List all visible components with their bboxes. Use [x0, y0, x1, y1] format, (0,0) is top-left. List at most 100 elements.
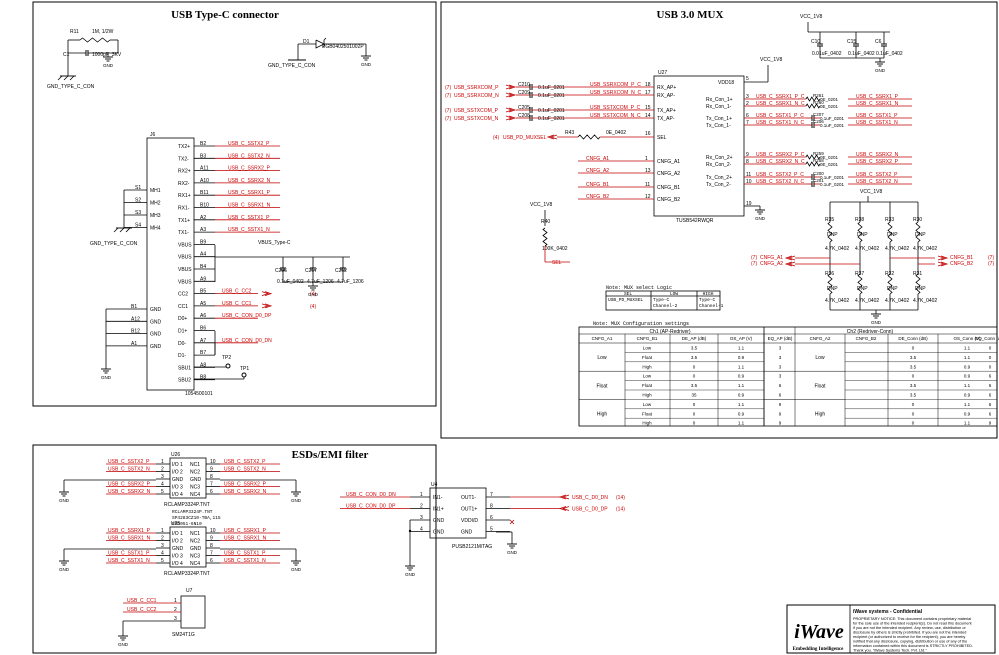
j6-pin-name: TX1+ [178, 218, 190, 224]
u4-ref-page: (14) [616, 495, 625, 501]
wire [69, 75, 75, 81]
esd-pin-name: I/O 1 [172, 531, 183, 537]
j6-pin-name: SBU2 [178, 378, 191, 384]
section-title-usbc: USB Type-C connector [171, 9, 279, 21]
pin-name: CNFG_B1 [657, 185, 680, 191]
mux-cap-ref: C6 [875, 39, 882, 45]
j6-pin-name: D1+ [178, 329, 187, 335]
net-label: USB_C_SSTX2_N [856, 179, 898, 185]
table-cell: Low [643, 374, 652, 379]
net-label: USB_C_SSRX1_N [856, 101, 899, 107]
j6-pin-name: TX1- [178, 230, 189, 236]
pulldown-value: 4.7K_0402 [825, 298, 849, 304]
j6-pin-number: A2 [200, 215, 206, 221]
table-cell: 0 [912, 346, 915, 351]
esd-pin-number: 9 [210, 467, 213, 473]
esd-pin-number: 5 [161, 489, 164, 495]
table-cell: 9 [779, 402, 782, 407]
u4-pin-name: VDDI/D [461, 518, 478, 524]
footer-notice-line: recipient (or authorized to receive for … [853, 635, 965, 639]
mux-note-1: Note: MUX select Logic [606, 285, 672, 291]
table-cell: 0 [912, 411, 915, 416]
u7-ref: U7 [186, 588, 193, 594]
j6-pin-name: RX2+ [178, 169, 191, 175]
u4-pin-name: IN1- [433, 495, 443, 501]
ac-cap-ref: C210 [518, 82, 530, 88]
table-head: EQ_Conn (dB) [975, 336, 999, 341]
pulldown-value: 4.7K_0402 [855, 298, 879, 304]
table-cell: 6 [989, 393, 992, 398]
u4-pin-number: 7 [490, 492, 493, 498]
table-cell: 0 [989, 364, 992, 369]
offpage-ref: (7) [445, 108, 451, 114]
esd-pin-number: 3 [161, 543, 164, 549]
esd-net: USB_C_SSTX1_N [224, 558, 266, 564]
net-label: USB_C_SSTX2_P [228, 141, 270, 147]
u7-net: USB_C_CC1 [127, 598, 157, 604]
schematic-canvas: USB Type-C connector USB 3.0 MUX ESDs/EMI … [32, 1, 999, 654]
u4-pin-number: 2 [420, 504, 423, 510]
ground-label: GND [507, 550, 518, 555]
table-cell: 6 [989, 402, 992, 407]
pin-name: TX_AP+ [657, 108, 676, 114]
section-title-mux: USB 3.0 MUX [657, 9, 724, 21]
u27-ref: U27 [658, 70, 667, 76]
j6-pin-number: A11 [200, 166, 209, 172]
table-cell: Low [643, 402, 652, 407]
table-group-a2: Float [814, 383, 826, 389]
ac-cap-value: 0.1uF_0201 [538, 85, 565, 91]
esd-chip-ref: U26 [171, 452, 180, 458]
ac-cap-ref: C208 [518, 113, 530, 119]
esd-pin-name: I/O 4 [172, 561, 183, 567]
vbus-cap-ref: C217 [305, 268, 317, 274]
u4-net: USB_C_D0_DP [572, 507, 608, 513]
j6-pin-number: B11 [200, 190, 209, 196]
r40-ref: R40 [541, 219, 550, 225]
table-cell: 0.9 [964, 364, 971, 369]
esd-pin-number: 8 [210, 474, 213, 480]
table-head: DE_Conn (dB) [898, 336, 928, 341]
gnd-pin-number: B1 [131, 304, 137, 310]
table-cell: High [642, 421, 652, 426]
net-label: USB_C_SSTX1_P_C [756, 113, 804, 119]
net-label: CNFG_B2 [950, 261, 973, 267]
pullup-dnp: DNP [827, 232, 838, 238]
offpage-ref: (4) [493, 135, 499, 141]
r40-value: 100K_0402 [542, 246, 568, 252]
esd-chip-ref: U25 [171, 521, 180, 527]
u4-part: PUSB2121M/TAG [452, 544, 492, 550]
gnd-type-c-label-3: GND_TYPE_C_CON [90, 241, 138, 247]
net-label: USB_PD_MUXSEL [503, 135, 547, 141]
sel-table-cell: Channel-1 [699, 303, 724, 309]
j6-pin-number: A7 [200, 338, 206, 344]
pin-name: CNFG_B2 [657, 197, 680, 203]
mh-pin-name: MH1 [150, 188, 161, 194]
j6-pin-number: A6 [200, 313, 206, 319]
pulldown-value: 4.7K_0402 [885, 298, 909, 304]
pin-name: CNFG_A1 [657, 159, 680, 165]
ground-label: GND [59, 567, 70, 572]
pin-number: 16 [645, 131, 651, 137]
j6-pin-name: VBUS [178, 267, 192, 273]
net-label: CNFG_A2 [586, 168, 609, 174]
footer-notice-line: notified that any disclosure, copying, d… [853, 640, 967, 644]
pin-name: CNFG_A2 [657, 171, 680, 177]
esd-pin-name: NC4 [190, 561, 200, 567]
table-head: DE_AP (dB) [682, 336, 707, 341]
ground-label: GND [308, 292, 319, 297]
junction-dot [408, 529, 412, 533]
gnd-pin-number: A12 [131, 316, 140, 322]
sel-table-cell: Channel-2 [653, 303, 678, 309]
esd-net: USB_C_SSRX1_N [224, 536, 267, 542]
wire [113, 227, 119, 233]
table-cell: 0.9 [964, 411, 971, 416]
net-label: CNFG_A2 [760, 261, 783, 267]
u4-pin-number: 8 [490, 504, 493, 510]
table-cell: 0 [693, 421, 696, 426]
u4-pin-number: 1 [420, 492, 423, 498]
ground-label: GND [59, 498, 70, 503]
net-label: CNFG_B2 [586, 194, 609, 200]
pin-name: Rx_Con_1+ [706, 97, 733, 103]
mh-pin-name: MH2 [150, 201, 161, 207]
resistor [577, 134, 601, 140]
